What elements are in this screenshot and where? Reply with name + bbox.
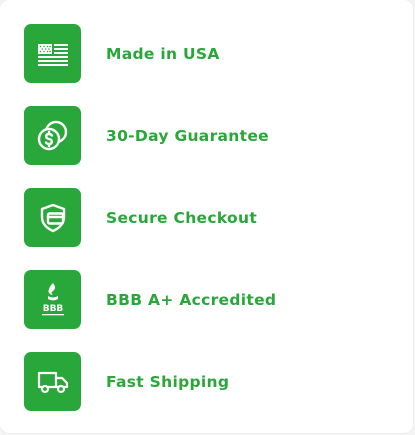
trust-badges-card: Made in USA 30-Day Guarantee Secure Chec… xyxy=(0,0,413,433)
money-back-coins-icon xyxy=(24,106,81,165)
feature-list: Made in USA 30-Day Guarantee Secure Chec… xyxy=(24,24,384,411)
bbb-logo-icon: BBB xyxy=(24,270,81,329)
feature-item-secure-checkout: Secure Checkout xyxy=(24,188,384,247)
feature-item-bbb-accredited: BBB BBB A+ Accredited xyxy=(24,270,384,329)
feature-label: Made in USA xyxy=(106,44,220,63)
delivery-truck-icon xyxy=(24,352,81,411)
secure-card-shield-icon xyxy=(24,188,81,247)
feature-item-fast-shipping: Fast Shipping xyxy=(24,352,384,411)
feature-item-made-in-usa: Made in USA xyxy=(24,24,384,83)
svg-text:BBB: BBB xyxy=(42,304,63,314)
feature-label: Fast Shipping xyxy=(106,372,230,391)
feature-item-30-day-guarantee: 30-Day Guarantee xyxy=(24,106,384,165)
feature-label: Secure Checkout xyxy=(106,208,258,227)
feature-label: 30-Day Guarantee xyxy=(106,126,269,145)
usa-flag-icon xyxy=(24,24,81,83)
feature-label: BBB A+ Accredited xyxy=(106,290,277,309)
